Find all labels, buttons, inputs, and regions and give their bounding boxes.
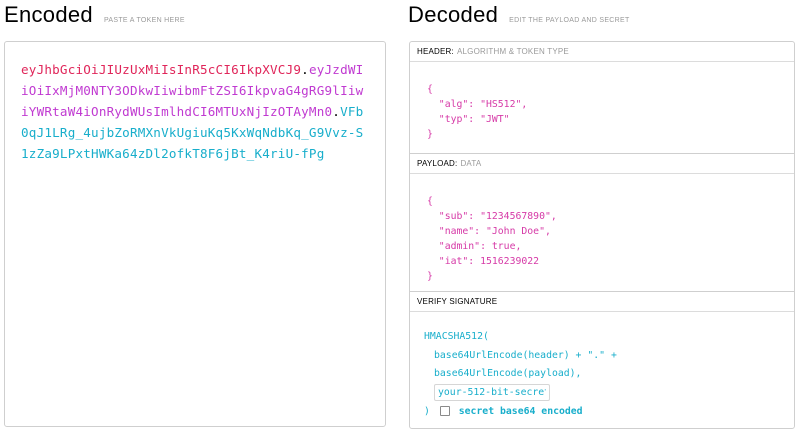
token-header-part: eyJhbGciOiJIUzUxMiIsInR5cCI6IkpXVCJ9 (21, 62, 302, 77)
payload-section-sublabel: DATA (460, 159, 482, 168)
signature-line-payload: base64UrlEncode(payload), (434, 368, 582, 379)
decoded-title: Decoded (408, 2, 499, 27)
header-json-editor[interactable]: { "alg": "HS512", "typ": "JWT" } (410, 62, 794, 154)
encoded-title: Encoded (4, 2, 93, 27)
signature-close-paren: ) (424, 405, 430, 417)
code-line: "admin": true, (427, 241, 522, 252)
code-line: "sub": "1234567890", (427, 211, 557, 222)
decoded-panel: HEADER: ALGORITHM & TOKEN TYPE { "alg": … (409, 41, 795, 429)
code-line: "alg": "HS512", (427, 99, 528, 110)
code-line: } (427, 129, 433, 140)
encoded-header: Encoded PASTE A TOKEN HERE (4, 2, 185, 28)
token-separator: . (332, 104, 341, 119)
signature-function: HMACSHA512( (424, 331, 489, 342)
decoded-header: Decoded EDIT THE PAYLOAD AND SECRET (408, 2, 630, 28)
signature-section-label: VERIFY SIGNATURE (417, 297, 498, 306)
signature-verify-block: HMACSHA512( base64UrlEncode(header) + ".… (410, 312, 794, 421)
secret-input[interactable] (434, 383, 550, 401)
base64-checkbox-label[interactable]: secret base64 encoded (459, 406, 583, 417)
signature-section-title: VERIFY SIGNATURE (410, 292, 794, 312)
payload-section-title: PAYLOAD: DATA (410, 154, 794, 174)
encoded-subtitle: PASTE A TOKEN HERE (103, 17, 185, 24)
decoded-subtitle: EDIT THE PAYLOAD AND SECRET (509, 17, 630, 24)
payload-section-label: PAYLOAD: (417, 159, 458, 168)
code-line: { (427, 84, 433, 95)
code-line: { (427, 196, 433, 207)
signature-line-header: base64UrlEncode(header) + "." + (434, 349, 617, 361)
header-section-label: HEADER: (417, 47, 454, 56)
encoded-token-editor[interactable]: eyJhbGciOiJIUzUxMiIsInR5cCI6IkpXVCJ9.eyJ… (4, 41, 386, 427)
code-line: "name": "John Doe", (427, 226, 551, 237)
code-line: } (427, 271, 433, 282)
token-separator: . (301, 62, 309, 77)
code-line: "typ": "JWT" (427, 114, 510, 125)
jwt-token-text[interactable]: eyJhbGciOiJIUzUxMiIsInR5cCI6IkpXVCJ9.eyJ… (21, 59, 369, 164)
header-section-title: HEADER: ALGORITHM & TOKEN TYPE (410, 42, 794, 62)
header-section-sublabel: ALGORITHM & TOKEN TYPE (456, 47, 569, 56)
code-line: "iat": 1516239022 (427, 256, 540, 267)
base64-checkbox[interactable] (439, 405, 450, 416)
payload-json-editor[interactable]: { "sub": "1234567890", "name": "John Doe… (410, 174, 794, 292)
